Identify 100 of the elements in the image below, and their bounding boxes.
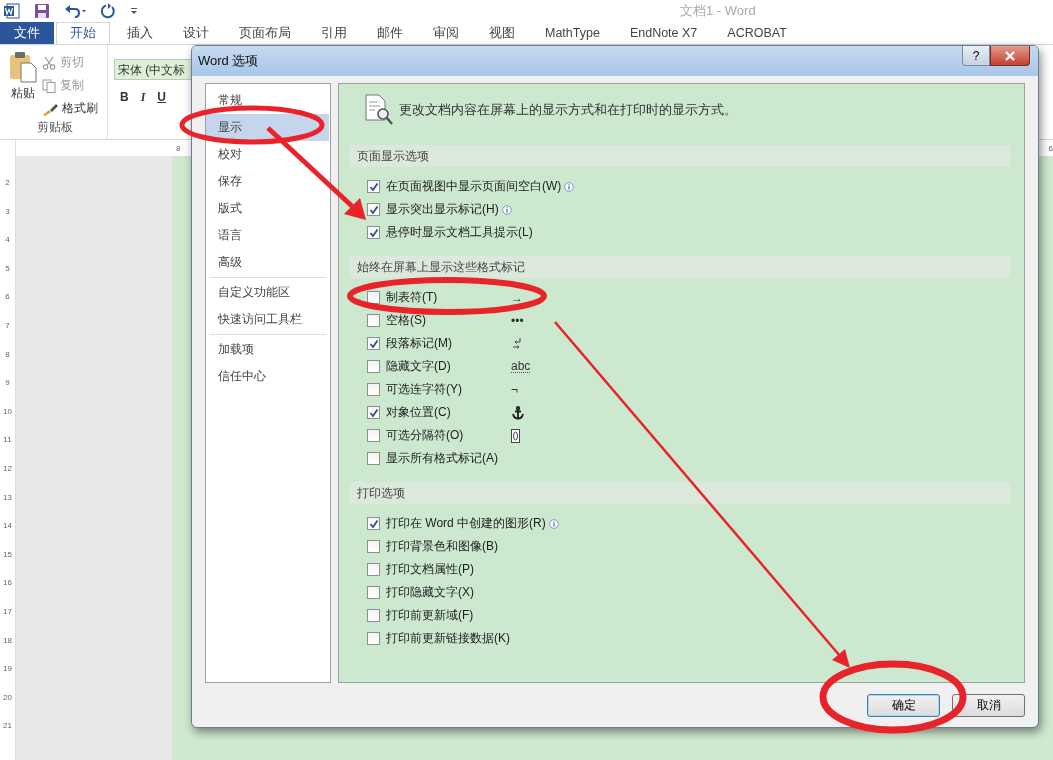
check-icon <box>368 407 379 418</box>
ribbon-tab[interactable]: 页面布局 <box>226 22 304 44</box>
option-label: 显示突出显示标记(H) <box>386 201 499 218</box>
clipboard-icon <box>9 51 37 83</box>
option-label: 打印前更新域(F) <box>386 607 474 624</box>
ruler-number: 3 <box>4 206 11 218</box>
ruler-number: 21 <box>2 721 13 733</box>
option-label: 制表符(T) <box>386 289 439 306</box>
category-item[interactable]: 快速访问工具栏 <box>206 306 329 333</box>
word-logo-icon <box>4 3 20 19</box>
description-text: 更改文档内容在屏幕上的显示方式和在打印时的显示方式。 <box>399 101 737 119</box>
option-label: 打印在 Word 中创建的图形(R) <box>386 515 546 532</box>
brush-icon <box>42 101 58 116</box>
customize-caret-icon[interactable] <box>130 7 138 15</box>
ruler-number: 11 <box>2 435 13 447</box>
option-label: 打印前更新链接数据(K) <box>386 630 510 647</box>
close-icon <box>1004 50 1016 61</box>
checkbox[interactable] <box>367 517 380 530</box>
checkbox[interactable] <box>367 180 380 193</box>
ribbon-tab[interactable]: EndNote X7 <box>616 22 711 44</box>
scissors-icon <box>42 55 56 70</box>
check-icon <box>368 227 379 238</box>
checkbox[interactable] <box>367 429 380 442</box>
checkbox[interactable] <box>367 203 380 216</box>
ruler-number: 2 <box>4 178 11 189</box>
checkbox[interactable] <box>367 383 380 396</box>
checkbox[interactable] <box>367 586 380 599</box>
ruler-number: 5 <box>4 263 11 275</box>
checkbox[interactable] <box>367 406 380 419</box>
italic-button[interactable]: I <box>140 90 146 105</box>
ribbon-tab[interactable]: 设计 <box>170 22 222 44</box>
category-item[interactable]: 加载项 <box>206 336 329 363</box>
category-item[interactable]: 版式 <box>206 195 329 222</box>
check-icon <box>368 204 379 215</box>
ruler-number: 8 <box>176 143 181 153</box>
category-item[interactable]: 语言 <box>206 222 329 249</box>
option-label: 打印文档属性(P) <box>386 561 474 578</box>
ruler-number: 6 <box>1048 143 1053 153</box>
checkbox[interactable] <box>367 226 380 239</box>
checkbox[interactable] <box>367 314 380 327</box>
checkbox[interactable] <box>367 360 380 373</box>
ruler-number: 8 <box>4 349 11 361</box>
ruler-number: 4 <box>4 235 11 247</box>
section-header: 打印选项 <box>349 482 1011 504</box>
paste-button[interactable]: 粘贴 <box>4 51 42 119</box>
option-label: 显示所有格式标记(A) <box>386 450 498 467</box>
underline-button[interactable]: U <box>157 90 166 105</box>
category-item[interactable]: 校对 <box>206 141 329 168</box>
check-icon <box>368 181 379 192</box>
option-label: 在页面视图中显示页面间空白(W) <box>386 178 562 195</box>
category-item[interactable]: 保存 <box>206 168 329 195</box>
ruler-number: 9 <box>4 378 11 390</box>
format-painter-button[interactable]: 格式刷 <box>42 99 105 118</box>
checkbox[interactable] <box>367 540 380 553</box>
checkbox[interactable] <box>367 452 380 465</box>
ruler-number: 20 <box>2 692 13 704</box>
category-item[interactable]: 常规 <box>206 87 329 114</box>
ruler-number: 10 <box>2 406 13 418</box>
category-item[interactable]: 信任中心 <box>206 363 329 390</box>
checkbox[interactable] <box>367 291 380 304</box>
anchor-icon <box>511 405 525 420</box>
option-label: 打印隐藏文字(X) <box>386 584 474 601</box>
category-item[interactable]: 自定义功能区 <box>206 279 329 306</box>
undo-icon[interactable] <box>64 3 86 19</box>
file-tab[interactable]: 文件 <box>0 22 54 44</box>
dialog-button[interactable]: 确定 <box>867 693 940 717</box>
ruler-number: 15 <box>2 549 13 561</box>
ribbon-tab[interactable]: MathType <box>532 22 613 44</box>
dialog-button[interactable]: 取消 <box>952 693 1025 717</box>
ribbon-tab[interactable]: 邮件 <box>364 22 416 44</box>
copy-icon <box>42 78 56 93</box>
ruler-number: 6 <box>4 292 11 304</box>
ruler-number: 16 <box>2 578 13 590</box>
checkbox[interactable] <box>367 609 380 622</box>
option-label: 隐藏文字(D) <box>386 358 452 375</box>
ribbon-tab[interactable]: 引用 <box>308 22 360 44</box>
ribbon-tab[interactable]: 插入 <box>114 22 166 44</box>
checkbox[interactable] <box>367 563 380 576</box>
ribbon-tab[interactable]: ACROBAT <box>714 22 800 44</box>
check-icon <box>368 338 379 349</box>
ribbon-tab[interactable]: 视图 <box>476 22 528 44</box>
ribbon-tab[interactable]: 审阅 <box>420 22 472 44</box>
bold-button[interactable]: B <box>120 90 129 105</box>
option-label: 可选连字符(Y) <box>386 381 463 398</box>
checkbox[interactable] <box>367 632 380 645</box>
format-mark-symbol: → <box>511 290 523 305</box>
checkbox[interactable] <box>367 337 380 350</box>
option-label: 空格(S) <box>386 312 427 329</box>
hidden-text-sample: abc <box>511 360 531 373</box>
save-icon[interactable] <box>34 3 50 19</box>
category-item[interactable]: 高级 <box>206 249 329 276</box>
redo-icon[interactable] <box>100 3 116 19</box>
ruler-number: 12 <box>2 463 13 475</box>
ruler-number: 13 <box>2 492 13 504</box>
optional-break-icon <box>511 428 520 443</box>
ruler-number: 19 <box>2 664 13 676</box>
option-label: 悬停时显示文档工具提示(L) <box>386 224 533 241</box>
close-button[interactable] <box>990 46 1030 66</box>
ribbon-tab[interactable]: 开始 <box>56 22 110 44</box>
help-button[interactable]: ? <box>962 46 990 66</box>
